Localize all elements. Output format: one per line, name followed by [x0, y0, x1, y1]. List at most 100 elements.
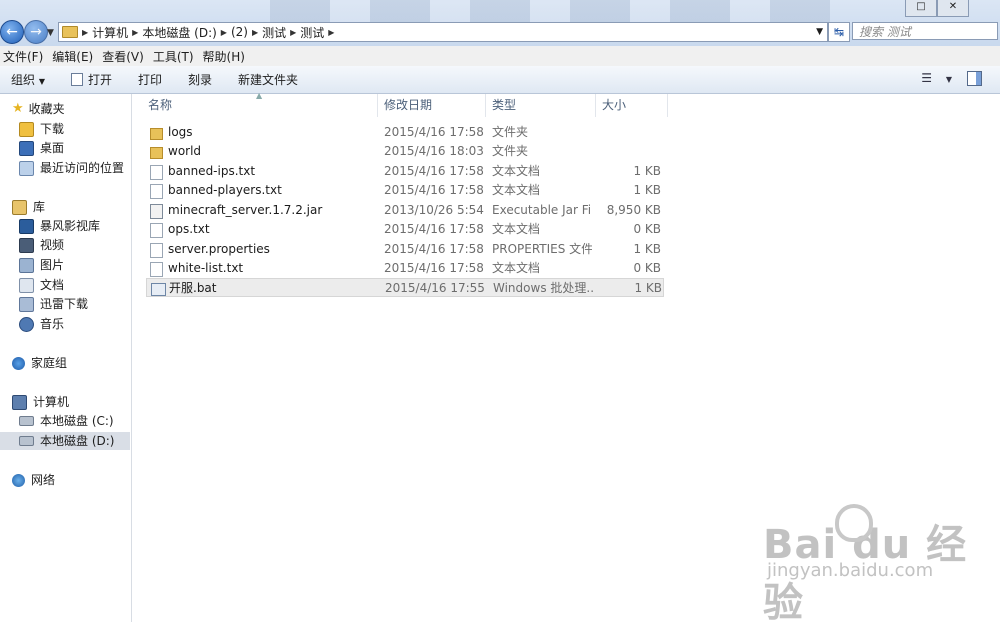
watermark-url: jingyan.baidu.com	[767, 560, 934, 581]
folder-icon	[62, 26, 78, 38]
homegroup-icon	[12, 356, 25, 370]
print-button[interactable]: 打印	[122, 71, 172, 88]
nav-storm-library[interactable]: 暴风影视库	[19, 217, 100, 235]
menu-help[interactable]: 帮助(H)	[200, 48, 251, 65]
window-controls: □ ✕	[905, 0, 969, 17]
star-icon: ★	[12, 101, 24, 116]
file-size: 0 KB	[633, 222, 661, 236]
nav-libraries-label: 库	[33, 200, 46, 214]
back-button[interactable]: ←	[0, 20, 24, 44]
file-type: 文本文档	[492, 222, 541, 236]
library-icon	[12, 199, 27, 215]
file-name: ops.txt	[168, 222, 210, 236]
nav-desktop-label: 桌面	[40, 141, 65, 155]
table-row[interactable]: world 2015/4/16 18:03 文件夹	[146, 142, 664, 161]
column-header-size[interactable]: 大小	[596, 94, 668, 117]
column-header-type[interactable]: 类型	[486, 94, 596, 117]
file-size: 1 KB	[633, 183, 661, 197]
nav-thunder-label: 迅雷下载	[40, 297, 89, 311]
table-row[interactable]: white-list.txt 2015/4/16 17:58 文本文档 0 KB	[146, 259, 664, 278]
text-file-icon	[150, 184, 163, 199]
forward-arrow-icon: →	[30, 24, 42, 40]
address-field[interactable]: ▶ 计算机 ▶ 本地磁盘 (D:) ▶ (2) ▶ 测试 ▶ 测试 ▶ ▼	[58, 22, 828, 42]
breadcrumb-test-2[interactable]: 测试	[296, 24, 328, 41]
change-view-button[interactable]: ☰ ▼	[921, 71, 952, 85]
breadcrumb-folder-2[interactable]: (2)	[227, 25, 252, 39]
computer-icon	[12, 394, 27, 410]
maximize-button[interactable]: □	[905, 0, 937, 17]
menu-file[interactable]: 文件(F)	[0, 48, 49, 65]
file-size: 1 KB	[634, 281, 662, 295]
breadcrumb-computer[interactable]: 计算机	[88, 24, 132, 41]
preview-pane-icon[interactable]	[967, 71, 982, 86]
file-type: 文本文档	[492, 164, 541, 178]
breadcrumb-drive-d[interactable]: 本地磁盘 (D:)	[138, 24, 220, 41]
nav-drive-c[interactable]: 本地磁盘 (C:)	[19, 412, 114, 430]
file-name: white-list.txt	[168, 261, 244, 275]
nav-favorites[interactable]: ★ 收藏夹	[12, 100, 65, 118]
thunder-icon	[19, 296, 34, 312]
file-type: 文本文档	[492, 183, 541, 197]
nav-homegroup-label: 家庭组	[31, 356, 68, 370]
folder-icon	[150, 147, 163, 159]
file-date: 2015/4/16 17:58	[384, 222, 484, 236]
nav-videos[interactable]: 视频	[19, 236, 64, 254]
nav-videos-label: 视频	[40, 238, 65, 252]
documents-icon	[19, 277, 34, 293]
nav-desktop[interactable]: 桌面	[19, 139, 64, 157]
file-type: 文本文档	[492, 261, 541, 275]
chevron-down-icon: ▼	[38, 77, 45, 86]
menu-view[interactable]: 查看(V)	[99, 48, 150, 65]
nav-libraries[interactable]: 库	[12, 198, 45, 216]
close-button[interactable]: ✕	[937, 0, 969, 17]
table-row[interactable]: ops.txt 2015/4/16 17:58 文本文档 0 KB	[146, 220, 664, 239]
nav-recent[interactable]: 最近访问的位置	[19, 159, 124, 177]
menu-tools[interactable]: 工具(T)	[150, 48, 200, 65]
nav-thunder-downloads[interactable]: 迅雷下载	[19, 295, 88, 313]
breadcrumb-test-1[interactable]: 测试	[258, 24, 290, 41]
file-size: 1 KB	[633, 242, 661, 256]
menu-edit[interactable]: 编辑(E)	[49, 48, 99, 65]
table-row[interactable]: banned-players.txt 2015/4/16 17:58 文本文档 …	[146, 181, 664, 200]
desktop-icon	[19, 140, 34, 156]
new-folder-button[interactable]: 新建文件夹	[222, 71, 308, 88]
nav-music[interactable]: 音乐	[19, 315, 64, 333]
search-input[interactable]: 搜索 测试	[852, 22, 998, 40]
organize-button[interactable]: 组织 ▼	[0, 71, 55, 88]
address-dropdown-icon[interactable]: ▼	[816, 27, 827, 37]
nav-pictures-label: 图片	[40, 258, 65, 272]
paw-icon	[835, 504, 873, 542]
table-row[interactable]: server.properties 2015/4/16 17:58 PROPER…	[146, 240, 664, 259]
drive-icon	[19, 416, 34, 426]
nav-computer[interactable]: 计算机	[12, 393, 69, 411]
file-name: server.properties	[168, 242, 270, 256]
chevron-right-icon[interactable]: ▶	[328, 28, 334, 37]
video-icon	[19, 237, 34, 253]
table-row[interactable]: banned-ips.txt 2015/4/16 17:58 文本文档 1 KB	[146, 162, 664, 181]
burn-button[interactable]: 刻录	[172, 71, 222, 88]
table-row[interactable]: minecraft_server.1.7.2.jar 2013/10/26 5:…	[146, 201, 664, 220]
nav-homegroup[interactable]: 家庭组	[12, 354, 67, 372]
nav-documents[interactable]: 文档	[19, 276, 64, 294]
forward-button[interactable]: →	[24, 20, 48, 44]
nav-downloads[interactable]: 下载	[19, 120, 64, 138]
table-row[interactable]: logs 2015/4/16 17:58 文件夹	[146, 123, 664, 142]
nav-drive-d[interactable]: 本地磁盘 (D:)	[0, 432, 130, 450]
table-row[interactable]: 开服.bat 2015/4/16 17:55 Windows 批处理... 1 …	[146, 278, 664, 297]
file-type: 文件夹	[492, 125, 529, 139]
drive-icon	[19, 436, 34, 446]
recent-pages-dropdown[interactable]: ▼	[47, 28, 54, 38]
file-type: Executable Jar File	[492, 203, 592, 217]
address-bar-area: □ ✕ ← → ▼ ▶ 计算机 ▶ 本地磁盘 (D:) ▶ (2) ▶ 测试 ▶…	[0, 0, 1000, 46]
text-file-icon	[150, 165, 163, 180]
column-header-date[interactable]: 修改日期	[378, 94, 486, 117]
nav-network[interactable]: 网络	[12, 471, 55, 489]
nav-drive-d-label: 本地磁盘 (D:)	[40, 434, 115, 448]
nav-pictures[interactable]: 图片	[19, 256, 64, 274]
refresh-button[interactable]: ↹	[828, 22, 850, 42]
network-icon	[12, 473, 25, 487]
open-button[interactable]: 打开	[55, 71, 122, 88]
file-name: logs	[168, 125, 193, 139]
download-folder-icon	[19, 121, 34, 137]
menu-bar: 文件(F) 编辑(E) 查看(V) 工具(T) 帮助(H)	[0, 46, 1000, 67]
